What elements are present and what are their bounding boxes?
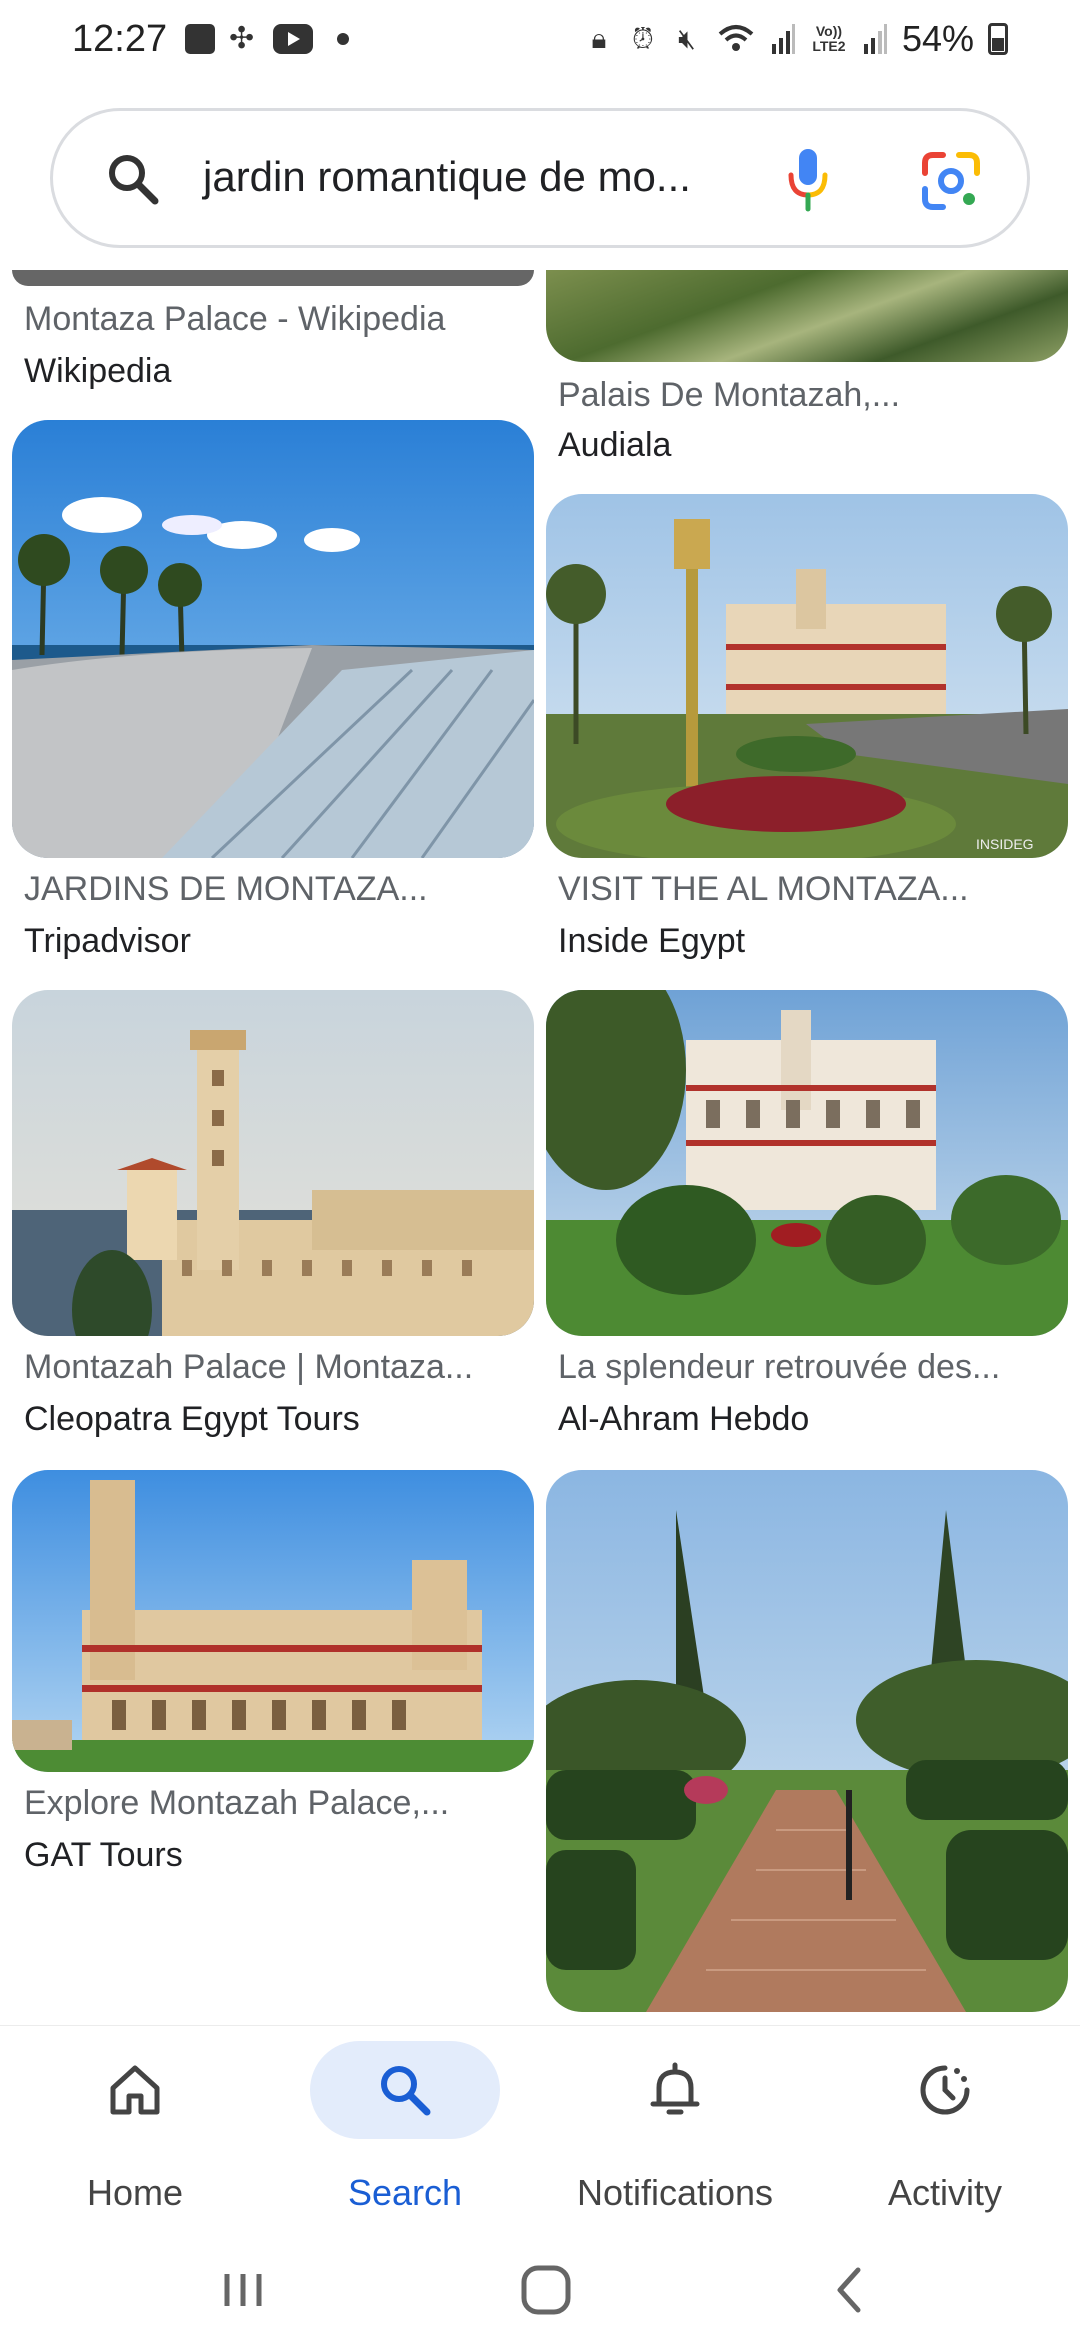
result-source: GAT Tours (24, 1836, 183, 1874)
battery-percent: 54% (901, 18, 974, 59)
result-card[interactable]: Montaza Palace - Wikipedia Wikipedia (12, 250, 534, 400)
volte-icon: Vo)) LTE2 (812, 23, 846, 54)
gallery-icon (185, 24, 215, 54)
mute-icon: 🔇︎ (678, 23, 696, 54)
bottom-nav: Home Search Notifications Activity (0, 2025, 1080, 2235)
recents-icon[interactable] (213, 2260, 273, 2320)
result-title: Montaza Palace - Wikipedia (24, 300, 446, 338)
result-title: Montazah Palace | Montaza... (24, 1348, 474, 1386)
alarm-icon: ⏰︎ (632, 23, 654, 54)
result-image (12, 1470, 534, 1772)
nav-search[interactable]: Search (270, 2026, 540, 2236)
result-source: Wikipedia (24, 352, 172, 390)
dot-icon (337, 33, 349, 45)
result-card[interactable]: JARDINS DE MONTAZA... Tripadvisor (12, 420, 534, 960)
mic-icon[interactable] (783, 145, 833, 215)
result-image (12, 420, 534, 858)
lock-icon: 🔒︎ (591, 23, 607, 54)
search-icon (109, 155, 159, 205)
status-left-icons: ✣ (185, 24, 349, 54)
nav-notifications[interactable]: Notifications (540, 2026, 810, 2236)
nav-label: Notifications (576, 2172, 774, 2213)
result-title: La splendeur retrouvée des... (558, 1348, 1001, 1386)
nav-home[interactable]: Home (0, 2026, 270, 2236)
result-image (546, 990, 1068, 1336)
search-bar[interactable]: jardin romantique de mo... (50, 108, 1030, 248)
result-source: Cleopatra Egypt Tours (24, 1400, 360, 1438)
wifi-icon (718, 25, 754, 51)
result-card[interactable]: INSIDEG VISIT THE AL MONTAZA... Inside E… (546, 494, 1068, 960)
result-source: Audiala (558, 426, 672, 464)
result-card[interactable] (546, 1470, 1068, 2012)
result-image (12, 990, 534, 1336)
result-card[interactable]: Montazah Palace | Montaza... Cleopatra E… (12, 990, 534, 1444)
activity-icon (920, 2065, 970, 2115)
fan-icon: ✣ (229, 22, 255, 55)
status-time: 12:27 (72, 18, 168, 60)
home-icon (110, 2065, 160, 2115)
result-image (546, 1470, 1068, 2012)
nav-label: Search (347, 2172, 463, 2213)
nav-label: Activity (887, 2172, 1002, 2213)
result-source: Tripadvisor (24, 922, 191, 960)
result-image: INSIDEG (546, 494, 1068, 858)
result-card[interactable]: Explore Montazah Palace,... GAT Tours (12, 1470, 534, 1880)
result-title: Palais De Montazah,... (558, 376, 901, 414)
nav-label: Home (86, 2172, 184, 2213)
lens-icon[interactable] (919, 149, 983, 213)
battery-icon (988, 23, 1008, 55)
result-card[interactable]: Palais De Montazah,... Audiala (546, 250, 1068, 470)
status-right-icons: 🔒︎ ⏰︎ 🔇︎ Vo)) LTE2 54% (584, 18, 1008, 60)
signal-icon (771, 24, 795, 54)
search-input[interactable]: jardin romantique de mo... (203, 153, 691, 201)
signal-icon-2 (863, 24, 887, 54)
youtube-icon (273, 24, 313, 54)
result-source: Inside Egypt (558, 922, 746, 960)
result-card[interactable]: La splendeur retrouvée des... Al-Ahram H… (546, 990, 1068, 1444)
watermark: INSIDEG (976, 836, 1034, 852)
result-image (546, 270, 1068, 362)
result-source: Al-Ahram Hebdo (558, 1400, 810, 1438)
status-bar: 12:27 ✣ 🔒︎ ⏰︎ 🔇︎ Vo)) LTE2 54% (0, 0, 1080, 84)
bell-icon (650, 2062, 700, 2115)
result-image (12, 270, 534, 286)
search-icon (381, 2066, 431, 2116)
home-button-icon[interactable] (516, 2260, 576, 2320)
result-title: Explore Montazah Palace,... (24, 1784, 450, 1822)
system-nav-bar (0, 2235, 1080, 2340)
result-title: JARDINS DE MONTAZA... (24, 870, 428, 908)
result-title: VISIT THE AL MONTAZA... (558, 870, 969, 908)
back-icon[interactable] (820, 2260, 880, 2320)
nav-activity[interactable]: Activity (810, 2026, 1080, 2236)
